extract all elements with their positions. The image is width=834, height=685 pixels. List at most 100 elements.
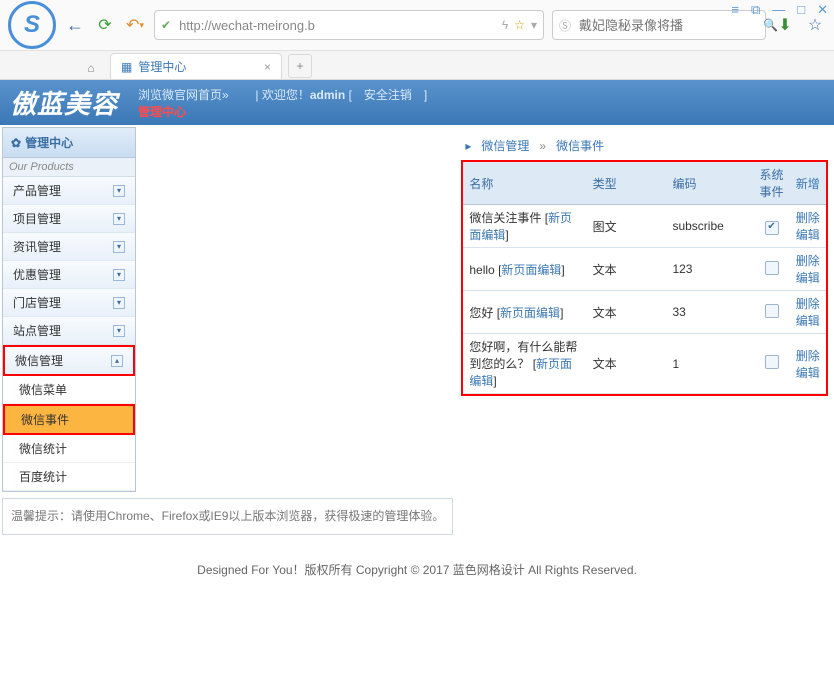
url-input[interactable] — [177, 17, 496, 34]
sidebar-item-wechat[interactable]: 微信管理▴ — [3, 345, 135, 376]
checkbox-icon[interactable] — [765, 261, 779, 275]
sidebar-child-baidu[interactable]: 百度统计 — [3, 463, 135, 491]
cell-type: 文本 — [587, 248, 667, 291]
edit-page-link[interactable]: 新页面编辑 — [469, 357, 572, 388]
cell-sys — [753, 248, 789, 291]
delete-link[interactable]: 删除 — [796, 297, 820, 311]
edit-link[interactable]: 编辑 — [796, 366, 820, 380]
sidebar-child-menu[interactable]: 微信菜单 — [3, 376, 135, 404]
checkbox-icon[interactable] — [765, 355, 779, 369]
browse-site-link[interactable]: 浏览微官网首页» — [138, 88, 229, 102]
cell-code: 33 — [666, 291, 753, 334]
cell-name: 您好 [新页面编辑] — [463, 291, 586, 334]
undo-icon[interactable]: ↶▾ — [124, 14, 146, 36]
breadcrumb: ▸ 微信管理 » 微信事件 — [461, 131, 828, 160]
maximize-icon[interactable]: □ — [797, 2, 805, 18]
cell-type: 文本 — [587, 334, 667, 394]
edit-page-link[interactable]: 新页面编辑 — [501, 263, 561, 277]
sidebar: ✿ 管理中心 Our Products 产品管理▾ 项目管理▾ 资讯管理▾ 优惠… — [2, 127, 136, 492]
tab-title: 管理中心 — [138, 58, 186, 75]
cell-actions: 删除 编辑 — [790, 248, 826, 291]
sidebar-child-event[interactable]: 微信事件 — [3, 404, 135, 435]
cell-code: subscribe — [666, 205, 753, 248]
address-bar[interactable]: ✔ ϟ ☆ ▾ — [154, 10, 544, 40]
reload-icon[interactable]: ⟳ — [94, 14, 116, 36]
sidebar-item-project[interactable]: 项目管理▾ — [3, 205, 135, 233]
crumb-parent[interactable]: 微信管理 — [481, 137, 529, 154]
sidebar-subtitle: Our Products — [3, 158, 135, 177]
edit-link[interactable]: 编辑 — [796, 271, 820, 285]
sidebar-item-news[interactable]: 资讯管理▾ — [3, 233, 135, 261]
sidebar-item-discount[interactable]: 优惠管理▾ — [3, 261, 135, 289]
chevron-down-icon: ▾ — [113, 269, 125, 281]
page-header: 傲蓝美容 浏览微官网首页» | 欢迎您！admin [ 安全注销 ] 管理中心 — [0, 80, 834, 125]
cell-code: 1 — [666, 334, 753, 394]
tab-strip: ⌂ ▦ 管理中心 × + — [0, 51, 834, 80]
sep: | — [255, 88, 258, 102]
chevron-up-icon: ▴ — [111, 355, 123, 367]
cell-actions: 删除 编辑 — [790, 205, 826, 248]
close-icon[interactable]: ✕ — [817, 2, 828, 18]
cell-sys — [753, 334, 789, 394]
menu-icon[interactable]: ≡ — [731, 2, 739, 18]
col-code: 编码 — [666, 162, 753, 205]
cell-name: hello [新页面编辑] — [463, 248, 586, 291]
minimize-icon[interactable]: — — [772, 2, 785, 18]
cell-type: 文本 — [587, 291, 667, 334]
table-row: hello [新页面编辑]文本123 删除 编辑 — [463, 248, 826, 291]
col-add: 新增 — [790, 162, 826, 205]
tip-box: 温馨提示：请使用Chrome、Firefox或IE9以上版本浏览器，获得极速的管… — [2, 498, 453, 535]
chevron-down-icon: ▾ — [113, 241, 125, 253]
table-row: 微信关注事件 [新页面编辑]图文subscribe✔删除 编辑 — [463, 205, 826, 248]
cell-type: 图文 — [587, 205, 667, 248]
new-tab-button[interactable]: + — [288, 54, 312, 78]
logout-link[interactable]: [ 安全注销 ] — [349, 88, 428, 102]
crumb-current: 微信事件 — [556, 137, 604, 154]
dropdown-icon[interactable]: ▾ — [531, 18, 537, 32]
sidebar-child-wxstat[interactable]: 微信统计 — [3, 435, 135, 463]
footer: Designed For You！版权所有 Copyright © 2017 蓝… — [0, 541, 834, 598]
tab-close-icon[interactable]: × — [264, 60, 271, 74]
edit-page-link[interactable]: 新页面编辑 — [500, 306, 560, 320]
add-link[interactable]: 新增 — [796, 177, 820, 191]
data-table: 名称 类型 编码 系统事件 新增 微信关注事件 [新页面编辑]图文subscri… — [461, 160, 828, 396]
checkbox-icon[interactable]: ✔ — [765, 221, 779, 235]
site-title: 傲蓝美容 — [10, 84, 118, 121]
col-type: 类型 — [587, 162, 667, 205]
delete-link[interactable]: 删除 — [796, 349, 820, 363]
edit-page-link[interactable]: 新页面编辑 — [469, 211, 572, 242]
tab-favicon-icon: ▦ — [121, 60, 132, 74]
delete-link[interactable]: 删除 — [796, 254, 820, 268]
restore-icon[interactable]: ⧉ — [751, 2, 760, 18]
crumb-sep: » — [539, 139, 546, 153]
col-sys: 系统事件 — [753, 162, 789, 205]
favorite-icon[interactable]: ☆ — [514, 18, 525, 32]
sidebar-item-site[interactable]: 站点管理▾ — [3, 317, 135, 345]
sidebar-header: ✿ 管理中心 — [3, 128, 135, 158]
chevron-down-icon: ▾ — [113, 213, 125, 225]
back-icon[interactable]: ← — [64, 14, 86, 36]
flash-icon[interactable]: ϟ — [502, 18, 508, 32]
sidebar-item-store[interactable]: 门店管理▾ — [3, 289, 135, 317]
edit-link[interactable]: 编辑 — [796, 228, 820, 242]
welcome-text: 欢迎您！admin — [262, 88, 349, 102]
cell-actions: 删除 编辑 — [790, 291, 826, 334]
cell-sys: ✔ — [753, 205, 789, 248]
delete-link[interactable]: 删除 — [796, 211, 820, 225]
arrow-icon: ▸ — [465, 139, 471, 153]
tab-active[interactable]: ▦ 管理中心 × — [110, 53, 282, 79]
cell-name: 您好啊，有什么能帮到您的么？ [新页面编辑] — [463, 334, 586, 394]
table-row: 您好啊，有什么能帮到您的么？ [新页面编辑]文本1 删除 编辑 — [463, 334, 826, 394]
cell-code: 123 — [666, 248, 753, 291]
search-input[interactable] — [577, 17, 757, 34]
sidebar-item-product[interactable]: 产品管理▾ — [3, 177, 135, 205]
edit-link[interactable]: 编辑 — [796, 314, 820, 328]
engine-icon: Ⓢ — [559, 17, 571, 34]
chevron-down-icon: ▾ — [113, 325, 125, 337]
browser-toolbar: S ← ⟳ ↶▾ ✔ ϟ ☆ ▾ Ⓢ 🔍 ⬇ ☆ — [0, 0, 834, 51]
chevron-down-icon: ▾ — [113, 297, 125, 309]
checkbox-icon[interactable] — [765, 304, 779, 318]
browser-logo-icon[interactable]: S — [8, 1, 56, 49]
main-content: ▸ 微信管理 » 微信事件 名称 类型 编码 系统事件 新增 微信关注事件 [新… — [455, 125, 834, 402]
home-icon[interactable]: ⌂ — [80, 57, 102, 79]
